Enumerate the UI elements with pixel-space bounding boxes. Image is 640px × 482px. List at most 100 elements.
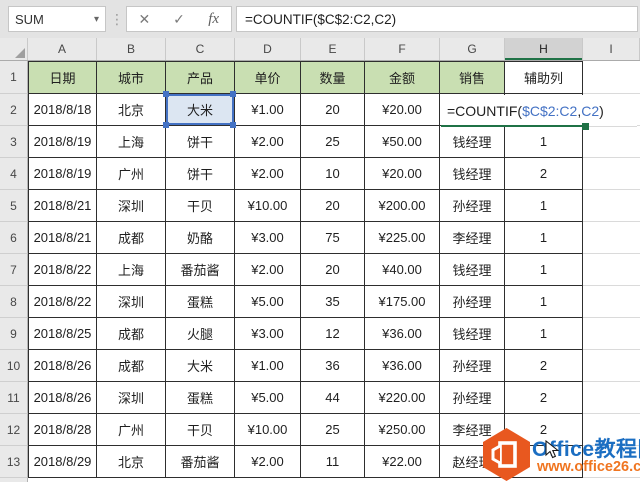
cell-F10[interactable]: ¥36.00 xyxy=(365,350,440,382)
cell-D2[interactable]: ¥1.00 xyxy=(235,94,301,126)
cell-G9[interactable]: 钱经理 xyxy=(440,318,505,350)
cell-H9[interactable]: 1 xyxy=(505,318,583,350)
cell-B4[interactable]: 广州 xyxy=(97,158,166,190)
cell-E11[interactable]: 44 xyxy=(301,382,365,414)
column-header-D[interactable]: D xyxy=(235,38,301,60)
column-header-H[interactable]: H xyxy=(505,38,583,60)
cell-D9[interactable]: ¥3.00 xyxy=(235,318,301,350)
cell-F13[interactable]: ¥22.00 xyxy=(365,446,440,478)
cell-C14[interactable] xyxy=(166,478,235,482)
cell-B2[interactable]: 北京 xyxy=(97,94,166,126)
cell-I5[interactable] xyxy=(583,190,640,222)
cell-H10[interactable]: 2 xyxy=(505,350,583,382)
cell-A5[interactable]: 2018/8/21 xyxy=(28,190,97,222)
cell-E10[interactable]: 36 xyxy=(301,350,365,382)
cell-B10[interactable]: 成都 xyxy=(97,350,166,382)
cell-A11[interactable]: 2018/8/26 xyxy=(28,382,97,414)
cell-F11[interactable]: ¥220.00 xyxy=(365,382,440,414)
cell-I4[interactable] xyxy=(583,158,640,190)
row-header-6[interactable]: 6 xyxy=(0,222,28,254)
insert-function-icon[interactable]: fx xyxy=(196,7,231,31)
cell-F5[interactable]: ¥200.00 xyxy=(365,190,440,222)
cell-I11[interactable] xyxy=(583,382,640,414)
cell-I10[interactable] xyxy=(583,350,640,382)
cell-B1[interactable]: 城市 xyxy=(97,61,166,94)
cell-C2[interactable]: 大米 xyxy=(166,94,235,126)
row-header-10[interactable]: 10 xyxy=(0,350,28,382)
cell-B12[interactable]: 广州 xyxy=(97,414,166,446)
cell-F2[interactable]: ¥20.00 xyxy=(365,94,440,126)
row-header-7[interactable]: 7 xyxy=(0,254,28,286)
cell-A1[interactable]: 日期 xyxy=(28,61,97,94)
name-box[interactable]: SUM ▾ xyxy=(8,6,106,32)
cell-E1[interactable]: 数量 xyxy=(301,61,365,94)
select-all-corner[interactable] xyxy=(0,38,28,60)
cell-G1[interactable]: 销售 xyxy=(440,61,505,94)
row-header-11[interactable]: 11 xyxy=(0,382,28,414)
cell-A8[interactable]: 2018/8/22 xyxy=(28,286,97,318)
cell-D6[interactable]: ¥3.00 xyxy=(235,222,301,254)
cell-E7[interactable]: 20 xyxy=(301,254,365,286)
column-header-F[interactable]: F xyxy=(365,38,440,60)
cell-B3[interactable]: 上海 xyxy=(97,126,166,158)
cell-A14[interactable] xyxy=(28,478,97,482)
cell-D1[interactable]: 单价 xyxy=(235,61,301,94)
row-header-12[interactable]: 12 xyxy=(0,414,28,446)
cell-F3[interactable]: ¥50.00 xyxy=(365,126,440,158)
cell-E12[interactable]: 25 xyxy=(301,414,365,446)
formula-input[interactable]: =COUNTIF($C$2:C2,C2) xyxy=(236,6,638,32)
cell-H6[interactable]: 1 xyxy=(505,222,583,254)
cell-C3[interactable]: 饼干 xyxy=(166,126,235,158)
cell-H3[interactable]: 1 xyxy=(505,126,583,158)
row-header-8[interactable]: 8 xyxy=(0,286,28,318)
cell-F14[interactable] xyxy=(365,478,440,482)
cell-G3[interactable]: 钱经理 xyxy=(440,126,505,158)
cell-G8[interactable]: 孙经理 xyxy=(440,286,505,318)
cell-H4[interactable]: 2 xyxy=(505,158,583,190)
cell-E5[interactable]: 20 xyxy=(301,190,365,222)
cell-D8[interactable]: ¥5.00 xyxy=(235,286,301,318)
cell-editor-h2[interactable]: =COUNTIF($C$2:C2, C2) xyxy=(441,95,637,126)
cell-E13[interactable]: 11 xyxy=(301,446,365,478)
cell-D7[interactable]: ¥2.00 xyxy=(235,254,301,286)
cell-H1[interactable]: 辅助列 xyxy=(505,61,583,94)
cell-I8[interactable] xyxy=(583,286,640,318)
cell-C8[interactable]: 蛋糕 xyxy=(166,286,235,318)
cell-C13[interactable]: 番茄酱 xyxy=(166,446,235,478)
cell-E2[interactable]: 20 xyxy=(301,94,365,126)
cell-G6[interactable]: 李经理 xyxy=(440,222,505,254)
cell-A2[interactable]: 2018/8/18 xyxy=(28,94,97,126)
cell-B13[interactable]: 北京 xyxy=(97,446,166,478)
cell-C6[interactable]: 奶酪 xyxy=(166,222,235,254)
cell-I1[interactable] xyxy=(583,61,640,94)
cell-F1[interactable]: 金额 xyxy=(365,61,440,94)
cell-B7[interactable]: 上海 xyxy=(97,254,166,286)
cancel-icon[interactable]: ✕ xyxy=(127,7,162,31)
enter-icon[interactable]: ✓ xyxy=(162,7,197,31)
column-header-C[interactable]: C xyxy=(166,38,235,60)
cell-B14[interactable] xyxy=(97,478,166,482)
cell-F7[interactable]: ¥40.00 xyxy=(365,254,440,286)
cell-E3[interactable]: 25 xyxy=(301,126,365,158)
row-header-1[interactable]: 1 xyxy=(0,61,28,94)
cell-H8[interactable]: 1 xyxy=(505,286,583,318)
column-header-B[interactable]: B xyxy=(97,38,166,60)
cell-B9[interactable]: 成都 xyxy=(97,318,166,350)
cell-G10[interactable]: 孙经理 xyxy=(440,350,505,382)
cell-B11[interactable]: 深圳 xyxy=(97,382,166,414)
cell-C10[interactable]: 大米 xyxy=(166,350,235,382)
cell-F12[interactable]: ¥250.00 xyxy=(365,414,440,446)
cell-A10[interactable]: 2018/8/26 xyxy=(28,350,97,382)
cell-E8[interactable]: 35 xyxy=(301,286,365,318)
cell-A12[interactable]: 2018/8/28 xyxy=(28,414,97,446)
cell-C12[interactable]: 干贝 xyxy=(166,414,235,446)
cell-A3[interactable]: 2018/8/19 xyxy=(28,126,97,158)
row-header-9[interactable]: 9 xyxy=(0,318,28,350)
cell-I7[interactable] xyxy=(583,254,640,286)
row-header-2[interactable]: 2 xyxy=(0,94,28,126)
cell-D13[interactable]: ¥2.00 xyxy=(235,446,301,478)
cell-C11[interactable]: 蛋糕 xyxy=(166,382,235,414)
fill-handle[interactable] xyxy=(582,123,589,130)
cell-B8[interactable]: 深圳 xyxy=(97,286,166,318)
cell-G4[interactable]: 钱经理 xyxy=(440,158,505,190)
